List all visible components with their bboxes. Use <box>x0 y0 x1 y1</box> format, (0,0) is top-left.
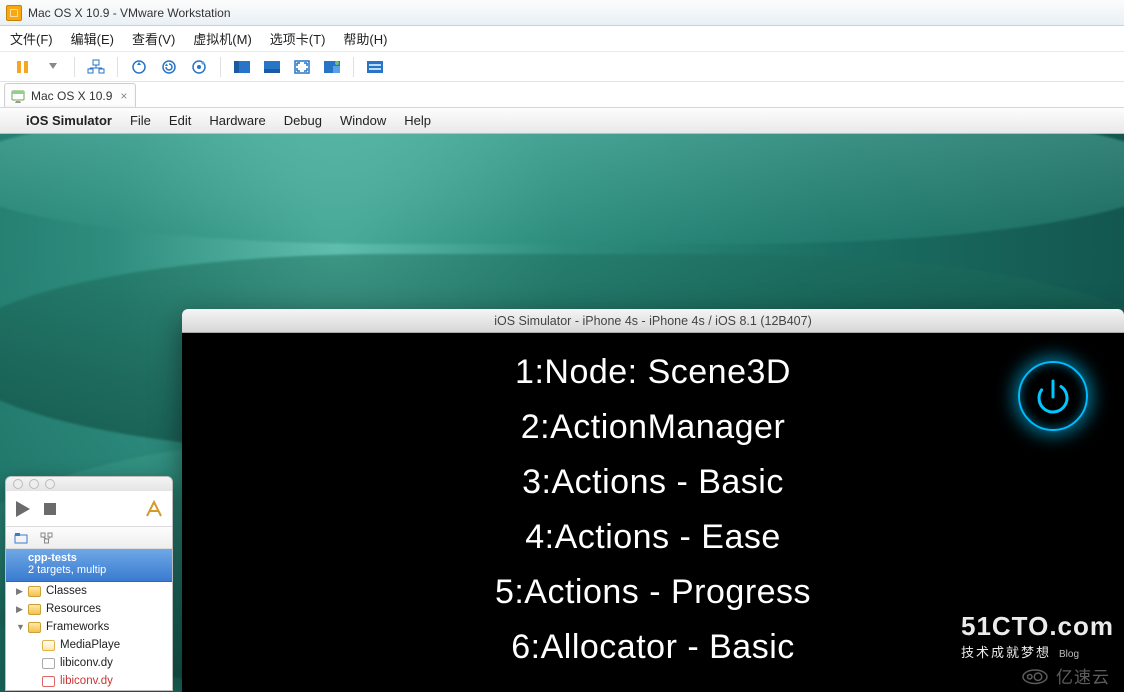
xcode-tree: ▶Classes ▶Resources ▼Frameworks MediaPla… <box>6 582 172 690</box>
mac-menu-debug[interactable]: Debug <box>284 113 322 128</box>
traffic-zoom-icon[interactable] <box>45 479 55 489</box>
power-button[interactable] <box>1018 361 1088 431</box>
snapshot-revert-icon[interactable] <box>158 56 180 78</box>
folder-icon <box>28 586 41 597</box>
xcode-titlebar[interactable] <box>6 477 172 491</box>
vm-tab-label: Mac OS X 10.9 <box>31 89 112 103</box>
xcode-window: cpp-tests 2 targets, multip ▶Classes ▶Re… <box>5 476 173 691</box>
mac-menu-file[interactable]: File <box>130 113 151 128</box>
test-row-3[interactable]: 3:Actions - Basic <box>182 455 1124 510</box>
framework-icon <box>42 640 55 651</box>
xcode-project-sub: 2 targets, multip <box>28 564 164 576</box>
nav-project-icon[interactable] <box>14 532 28 544</box>
test-row-4[interactable]: 4:Actions - Ease <box>182 510 1124 565</box>
mac-desktop: iOS Simulator - iPhone 4s - iPhone 4s / … <box>0 134 1124 692</box>
library-icon[interactable] <box>364 56 386 78</box>
menu-view[interactable]: 查看(V) <box>132 29 175 48</box>
test-row-1[interactable]: 1:Node: Scene3D <box>182 345 1124 400</box>
folder-icon <box>28 622 41 633</box>
vmware-logo-icon <box>6 5 22 21</box>
watermark-yisu: 亿速云 <box>1020 663 1110 688</box>
close-icon[interactable]: × <box>120 89 127 103</box>
vmware-menubar: 文件(F) 编辑(E) 查看(V) 虚拟机(M) 选项卡(T) 帮助(H) <box>0 26 1124 52</box>
pause-icon[interactable] <box>12 56 34 78</box>
vmware-tabstrip: Mac OS X 10.9 × <box>0 82 1124 108</box>
vmware-toolbar <box>0 52 1124 82</box>
xcode-navstrip <box>6 527 172 549</box>
simulator-title: iOS Simulator - iPhone 4s - iPhone 4s / … <box>494 314 812 328</box>
snapshot-take-icon[interactable] <box>128 56 150 78</box>
snapshot-manager-icon[interactable] <box>188 56 210 78</box>
traffic-min-icon[interactable] <box>29 479 39 489</box>
vm-tab-macosx[interactable]: Mac OS X 10.9 × <box>4 83 136 107</box>
tree-frameworks[interactable]: ▼Frameworks <box>6 618 172 636</box>
tree-classes[interactable]: ▶Classes <box>6 582 172 600</box>
tree-libiconv2[interactable]: libiconv.dy <box>6 672 172 690</box>
fullscreen-icon[interactable] <box>291 56 313 78</box>
tree-resources[interactable]: ▶Resources <box>6 600 172 618</box>
mac-menu-help[interactable]: Help <box>404 113 431 128</box>
nav-symbol-icon[interactable] <box>40 532 54 544</box>
vmware-titlebar: Mac OS X 10.9 - VMware Workstation <box>0 0 1124 26</box>
mac-app-name[interactable]: iOS Simulator <box>26 113 112 128</box>
tree-libiconv1[interactable]: libiconv.dy <box>6 654 172 672</box>
dylib-icon <box>42 658 55 669</box>
dropdown-icon[interactable] <box>42 56 64 78</box>
run-icon[interactable] <box>14 499 32 519</box>
unity-icon[interactable] <box>321 56 343 78</box>
traffic-close-icon[interactable] <box>13 479 23 489</box>
mac-menu-edit[interactable]: Edit <box>169 113 191 128</box>
simulator-titlebar[interactable]: iOS Simulator - iPhone 4s - iPhone 4s / … <box>182 309 1124 333</box>
view-console-icon[interactable] <box>231 56 253 78</box>
watermark-51cto: 51CTO.com 技术成就梦想Blog <box>961 611 1114 662</box>
folder-icon <box>28 604 41 615</box>
xcode-toolbar <box>6 491 172 527</box>
scheme-icon[interactable] <box>144 499 164 519</box>
tree-mediaplayer[interactable]: MediaPlaye <box>6 636 172 654</box>
xcode-project-header[interactable]: cpp-tests 2 targets, multip <box>6 549 172 582</box>
menu-vm[interactable]: 虚拟机(M) <box>193 29 252 48</box>
view-thumbnail-icon[interactable] <box>261 56 283 78</box>
mac-menubar: iOS Simulator File Edit Hardware Debug W… <box>0 108 1124 134</box>
mac-menu-window[interactable]: Window <box>340 113 386 128</box>
xcode-project-name: cpp-tests <box>28 552 164 564</box>
test-row-2[interactable]: 2:ActionManager <box>182 400 1124 455</box>
menu-file[interactable]: 文件(F) <box>10 29 53 48</box>
dylib-missing-icon <box>42 676 55 687</box>
stop-icon[interactable] <box>42 501 58 517</box>
menu-help[interactable]: 帮助(H) <box>343 29 387 48</box>
mac-menu-hardware[interactable]: Hardware <box>209 113 265 128</box>
vmware-window-title: Mac OS X 10.9 - VMware Workstation <box>28 6 231 20</box>
network-icon[interactable] <box>85 56 107 78</box>
menu-edit[interactable]: 编辑(E) <box>71 29 114 48</box>
menu-tabs[interactable]: 选项卡(T) <box>270 29 326 48</box>
vm-tab-icon <box>11 89 25 103</box>
